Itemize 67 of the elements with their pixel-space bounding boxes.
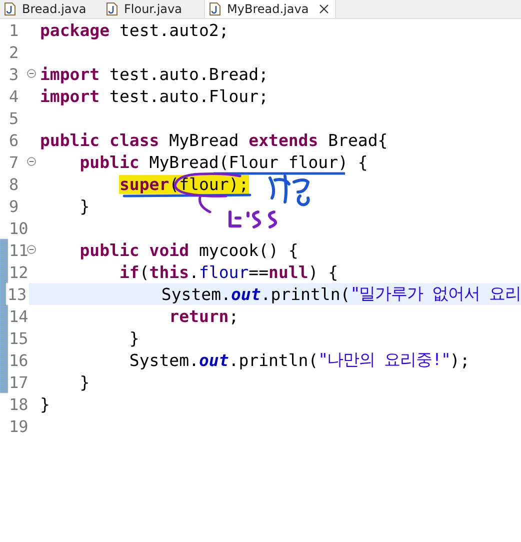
code-text: .println( xyxy=(260,284,350,304)
line-number: 6 xyxy=(9,130,19,150)
code-keyword: import xyxy=(40,64,100,84)
line-number: 3 xyxy=(9,64,19,84)
code-text: == xyxy=(248,262,269,282)
code-text: test.auto2; xyxy=(119,20,229,40)
line-number: 12 xyxy=(9,262,28,282)
line-number: 13 xyxy=(7,284,27,304)
code-keyword: public xyxy=(80,152,140,172)
code-keyword: import xyxy=(40,86,100,106)
fold-icon[interactable] xyxy=(27,157,36,166)
line-number: 4 xyxy=(9,86,19,106)
line-number: 7 xyxy=(9,152,19,172)
line-number: 8 xyxy=(9,174,19,194)
code-text: test.auto.Bread; xyxy=(110,64,268,84)
line-number: 17 xyxy=(9,372,28,392)
code-text: System. xyxy=(129,350,199,370)
code-text: } xyxy=(80,372,90,392)
code-keyword: public class xyxy=(40,130,160,150)
code-keyword: package xyxy=(40,20,110,40)
fold-icon[interactable] xyxy=(27,245,36,254)
code-text: System. xyxy=(161,284,231,304)
code-field: flour xyxy=(198,262,249,282)
line-number: 1 xyxy=(9,20,19,40)
code-static-field: out xyxy=(198,350,229,370)
code-keyword: if xyxy=(119,262,140,282)
code-text: . xyxy=(189,262,199,282)
code-string: "밀가루가 없어서 요리 xyxy=(350,283,521,305)
line-number: 14 xyxy=(9,306,28,326)
code-text: } xyxy=(129,328,140,348)
line-number: 5 xyxy=(9,108,19,128)
code-keyword: null xyxy=(268,262,308,282)
close-icon[interactable] xyxy=(318,4,329,14)
code-keyword: this xyxy=(149,262,190,282)
line-number: 18 xyxy=(9,394,28,414)
code-text: .println( xyxy=(228,350,318,370)
code-text: ) { xyxy=(308,262,338,282)
code-text: ; xyxy=(228,306,239,326)
java-file-icon xyxy=(106,2,118,16)
line-number: 19 xyxy=(9,416,28,436)
java-file-icon xyxy=(4,2,16,16)
line-number: 2 xyxy=(9,42,19,62)
code-text: } xyxy=(80,196,90,216)
code-text: Bread{ xyxy=(328,130,388,150)
editor-tab[interactable]: Bread.java xyxy=(0,0,102,18)
code-keyword: extends xyxy=(248,130,318,150)
code-text: ); xyxy=(450,350,470,370)
code-text: MyBread xyxy=(169,130,240,150)
fold-icon[interactable] xyxy=(27,69,36,78)
code-string: "나만의 요리중!" xyxy=(318,349,450,371)
code-static-field: out xyxy=(230,284,261,304)
line-number: 9 xyxy=(9,196,19,216)
code-text: } xyxy=(40,394,50,414)
line-number: 15 xyxy=(9,328,28,348)
code-text: test.auto.Flour; xyxy=(110,86,268,106)
line-number: 10 xyxy=(9,218,28,238)
editor-tab[interactable]: Flour.java xyxy=(102,0,204,18)
code-keyword: public void xyxy=(80,240,190,260)
line-number: 16 xyxy=(9,350,28,370)
editor-tab[interactable]: MyBread.java xyxy=(204,0,336,18)
java-file-icon xyxy=(209,2,221,16)
code-text: MyBread(Flour flour) { xyxy=(149,152,368,172)
code-text: mycook() { xyxy=(198,240,298,260)
line-number: 11 xyxy=(9,240,28,260)
code-keyword: return xyxy=(169,306,229,326)
code-text: ( xyxy=(139,262,150,282)
code-keyword: super xyxy=(119,174,170,194)
